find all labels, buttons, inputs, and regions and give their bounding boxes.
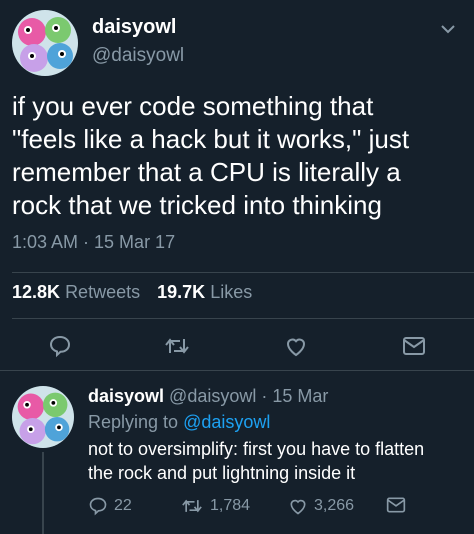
likes-label: Likes [210,282,253,302]
divider [12,272,474,273]
likes-count: 19.7K [157,282,206,302]
replying-to-label: Replying to [88,412,179,432]
reply-action[interactable]: 22 [88,496,132,516]
like-action[interactable]: 3,266 [288,496,354,516]
reply-handle-date: @daisyowl · 15 Mar [169,386,329,406]
dm-icon [386,497,406,513]
retweet-icon[interactable] [163,334,191,363]
divider [0,370,474,371]
display-name[interactable]: daisyowl [92,16,176,39]
dm-icon[interactable] [402,336,426,361]
engagement-stats: 12.8K Retweets 19.7K Likes [12,282,252,303]
retweets-count: 12.8K [12,282,61,302]
retweet-action[interactable]: 1,784 [180,496,250,516]
reply-icon[interactable] [48,334,72,363]
retweets-stat[interactable]: 12.8K Retweets [12,282,140,302]
timestamp: 1:03 AM · 15 Mar 17 [12,232,176,252]
reply-count: 22 [114,497,132,514]
thread-line [42,452,44,534]
like-icon [290,499,306,515]
retweets-label: Retweets [65,282,141,302]
like-icon[interactable] [284,334,308,363]
chevron-down-icon[interactable] [440,22,456,34]
avatar[interactable] [12,386,74,448]
retweet-count: 1,784 [210,497,251,514]
avatar[interactable] [12,10,78,76]
replying-to: Replying to @daisyowl [88,412,270,433]
reply-icon [89,497,107,516]
handle[interactable]: @daisyowl [92,45,184,67]
reply-header: daisyowl @daisyowl · 15 Mar [88,386,328,407]
divider [12,318,474,319]
replying-to-handle[interactable]: @daisyowl [183,412,270,432]
retweet-icon [182,499,202,513]
reply-display-name[interactable]: daisyowl [88,386,164,406]
reply-text: not to oversimplify: first you have to f… [88,439,425,483]
likes-stat[interactable]: 19.7K Likes [157,282,252,302]
like-count: 3,266 [314,497,355,514]
tweet-text: if you ever code something that "feels l… [12,91,410,220]
dm-action[interactable] [386,496,412,514]
